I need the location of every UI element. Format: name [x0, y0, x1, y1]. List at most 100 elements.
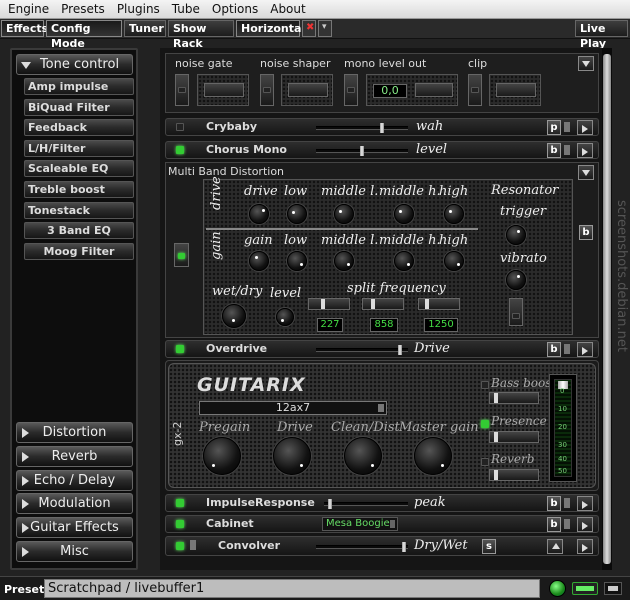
- split-frequency-slider-2[interactable]: [362, 298, 404, 310]
- impulse-handle[interactable]: [564, 498, 570, 508]
- mbd-menu-button[interactable]: [578, 165, 594, 180]
- split-frequency-slider-1[interactable]: [308, 298, 350, 310]
- bass-boost-slider[interactable]: [489, 392, 539, 404]
- drive-low-knob[interactable]: [287, 204, 307, 224]
- crybaby-preset-button[interactable]: p: [547, 120, 561, 135]
- overdrive-slider[interactable]: [316, 345, 408, 355]
- wet-dry-knob[interactable]: [222, 304, 246, 328]
- category-tone-control[interactable]: Tone control: [16, 54, 133, 75]
- close-icon[interactable]: ✖: [302, 20, 316, 37]
- plugin-lh-filter[interactable]: L/H/Filter: [24, 140, 134, 157]
- drive-middle-l-knob[interactable]: [334, 204, 354, 224]
- menu-presets[interactable]: Presets: [55, 2, 111, 16]
- crybaby-slider[interactable]: [316, 123, 408, 133]
- engine-status-icon[interactable]: [549, 580, 566, 597]
- mono-chain-menu-button[interactable]: [578, 56, 594, 71]
- category-echo-delay[interactable]: Echo / Delay: [16, 470, 133, 491]
- convolver-up-button[interactable]: [547, 539, 563, 554]
- chorus-expand-button[interactable]: [577, 143, 593, 158]
- chorus-toggle[interactable]: [176, 146, 184, 154]
- plugin-3-band-eq[interactable]: 3 Band EQ: [24, 222, 134, 239]
- menu-plugins[interactable]: Plugins: [111, 2, 166, 16]
- vibrato-knob[interactable]: [506, 270, 526, 290]
- plugin-moog-filter[interactable]: Moog Filter: [24, 243, 134, 260]
- impulse-expand-button[interactable]: [577, 496, 593, 511]
- chorus-preset-button[interactable]: b: [547, 143, 561, 158]
- crybaby-expand-button[interactable]: [577, 120, 593, 135]
- category-misc[interactable]: Misc: [16, 541, 133, 562]
- dropdown-icon[interactable]: ▾: [318, 20, 332, 37]
- impulse-slider[interactable]: [324, 499, 408, 509]
- plugin-feedback[interactable]: Feedback: [24, 119, 134, 136]
- impulse-toggle[interactable]: [176, 499, 184, 507]
- category-reverb[interactable]: Reverb: [16, 446, 133, 467]
- level-knob[interactable]: [276, 308, 294, 326]
- gain-low-knob[interactable]: [287, 251, 307, 271]
- mono-level-out-slider[interactable]: 0,0: [366, 74, 458, 106]
- noise-shaper-toggle[interactable]: [260, 74, 274, 106]
- convolver-preset-button[interactable]: s: [482, 539, 496, 554]
- cabinet-toggle[interactable]: [176, 520, 184, 528]
- plugin-biquad-filter[interactable]: BiQuad Filter: [24, 99, 134, 116]
- crybaby-toggle[interactable]: [176, 123, 184, 131]
- presence-toggle[interactable]: [481, 420, 489, 428]
- category-guitar-effects[interactable]: Guitar Effects: [16, 517, 133, 538]
- clip-toggle[interactable]: [468, 74, 482, 106]
- config-mode-button[interactable]: Config Mode: [46, 20, 122, 50]
- overdrive-preset-button[interactable]: b: [547, 342, 561, 357]
- cabinet-handle[interactable]: [564, 519, 570, 529]
- preset-input[interactable]: Scratchpad / livebuffer1: [44, 579, 540, 598]
- reverb-slider[interactable]: [489, 469, 539, 481]
- plugin-scaleable-eq[interactable]: Scaleable EQ: [24, 160, 134, 177]
- drive-knob[interactable]: [249, 204, 269, 224]
- menu-engine[interactable]: Engine: [2, 2, 55, 16]
- clean-dist-knob[interactable]: [344, 437, 382, 475]
- menu-tube[interactable]: Tube: [166, 2, 206, 16]
- mono-level-toggle[interactable]: [344, 74, 358, 106]
- clip-slider[interactable]: [489, 74, 541, 106]
- noise-shaper-slider[interactable]: [281, 74, 333, 106]
- reverb-toggle[interactable]: [481, 458, 489, 466]
- master-gain-knob[interactable]: [414, 437, 452, 475]
- drive-amp-knob[interactable]: [273, 437, 311, 475]
- gain-knob[interactable]: [249, 251, 269, 271]
- output-level-meter[interactable]: 0 10 20 30 40 50: [549, 374, 577, 482]
- chorus-slider[interactable]: [316, 146, 408, 156]
- noise-gate-slider[interactable]: [197, 74, 249, 106]
- trigger-knob[interactable]: [506, 225, 526, 245]
- cabinet-model-select[interactable]: Mesa Boogie: [322, 517, 398, 531]
- cabinet-expand-button[interactable]: [577, 517, 593, 532]
- horizontal-button[interactable]: Horizontal: [236, 20, 305, 37]
- bass-boost-toggle[interactable]: [481, 381, 489, 389]
- menu-about[interactable]: About: [264, 2, 311, 16]
- drive-middle-h-knob[interactable]: [394, 204, 414, 224]
- gain-middle-h-knob[interactable]: [394, 251, 414, 271]
- presence-slider[interactable]: [489, 431, 539, 443]
- tuner-button[interactable]: Tuner: [124, 20, 166, 37]
- convolver-expand-button[interactable]: [577, 539, 593, 554]
- noise-gate-toggle[interactable]: [175, 74, 189, 106]
- impulse-preset-button[interactable]: b: [547, 496, 561, 511]
- mbd-toggle[interactable]: [174, 243, 189, 267]
- mbd-preset-button[interactable]: b: [579, 225, 593, 240]
- convolver-slider[interactable]: [316, 542, 408, 552]
- category-modulation[interactable]: Modulation: [16, 493, 133, 514]
- cabinet-preset-button[interactable]: b: [547, 517, 561, 532]
- crybaby-handle[interactable]: [564, 122, 570, 132]
- resonator-toggle[interactable]: [509, 298, 523, 326]
- gain-middle-l-knob[interactable]: [334, 251, 354, 271]
- plugin-tonestack[interactable]: Tonestack: [24, 202, 134, 219]
- midi-icon[interactable]: [604, 582, 622, 595]
- plugin-amp-impulse[interactable]: Amp impulse: [24, 78, 134, 95]
- plugin-treble-boost[interactable]: Treble boost: [24, 181, 134, 198]
- overdrive-expand-button[interactable]: [577, 342, 593, 357]
- drive-high-knob[interactable]: [444, 204, 464, 224]
- chorus-handle[interactable]: [564, 145, 570, 155]
- overdrive-toggle[interactable]: [176, 345, 184, 353]
- convolver-toggle[interactable]: [176, 542, 184, 550]
- convolver-handle-left[interactable]: [190, 540, 196, 550]
- gain-high-knob[interactable]: [444, 251, 464, 271]
- category-distortion[interactable]: Distortion: [16, 422, 133, 443]
- split-frequency-slider-3[interactable]: [418, 298, 460, 310]
- live-play-button[interactable]: Live Play: [575, 20, 628, 50]
